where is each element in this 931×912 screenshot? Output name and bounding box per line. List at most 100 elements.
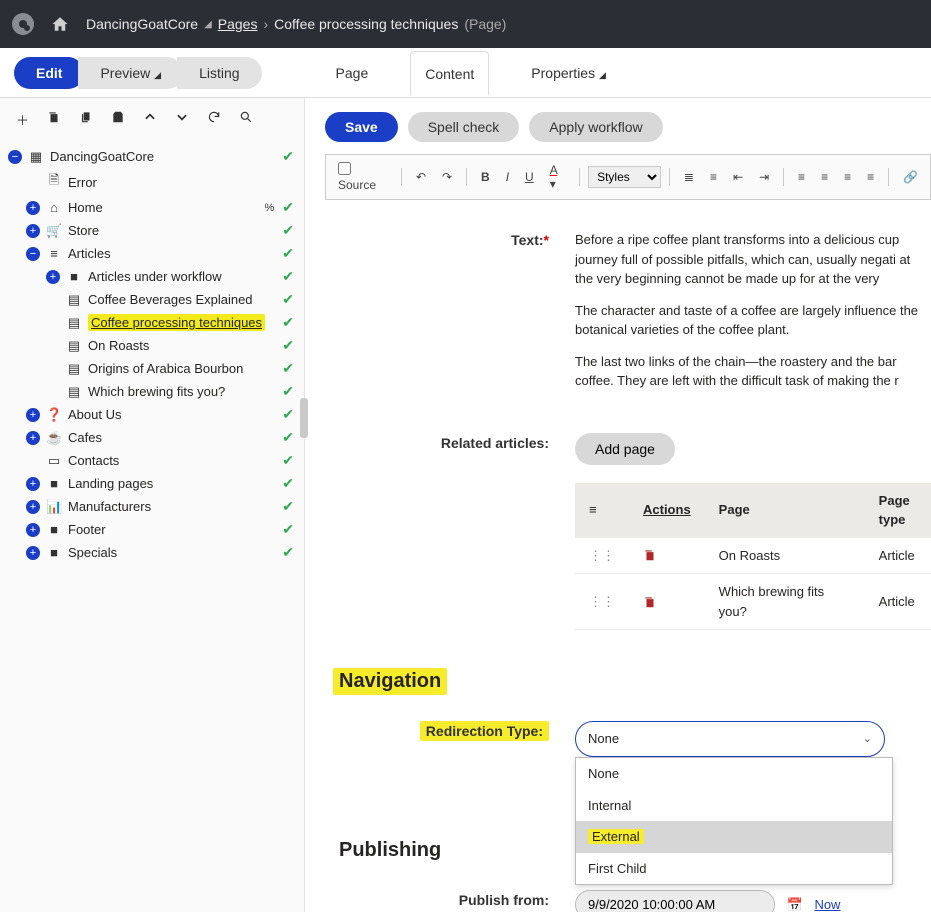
tree-item-selected[interactable]: ▤Coffee processing techniques✔ — [4, 311, 298, 334]
source-button[interactable]: Source — [332, 159, 393, 195]
delete-icon[interactable] — [47, 110, 61, 129]
actions-col[interactable]: Actions — [629, 483, 705, 538]
tree-item[interactable]: +☕Cafes✔ — [4, 426, 298, 449]
tab-listing[interactable]: Listing — [177, 57, 261, 89]
tab-properties[interactable]: Properties ◢ — [517, 51, 620, 95]
tree-item[interactable]: ▤On Roasts✔ — [4, 334, 298, 357]
tree-item[interactable]: +■Articles under workflow✔ — [4, 265, 298, 288]
link-icon[interactable]: 🔗 — [897, 167, 924, 187]
tree-item[interactable]: ▤Coffee Beverages Explained✔ — [4, 288, 298, 311]
tree-item[interactable]: +■Footer✔ — [4, 518, 298, 541]
add-page-button[interactable]: Add page — [575, 433, 675, 465]
tree-item[interactable]: +⌂Home%✔ — [4, 196, 298, 219]
align-center-icon[interactable]: ≡ — [815, 167, 834, 187]
breadcrumb-pages[interactable]: Pages — [218, 16, 258, 32]
tab-content[interactable]: Content — [410, 51, 489, 96]
expand-icon[interactable]: + — [26, 546, 40, 560]
redirection-label: Redirection Type: — [325, 721, 575, 757]
tree-item[interactable]: ▤Origins of Arabica Bourbon✔ — [4, 357, 298, 380]
expand-icon[interactable]: + — [26, 477, 40, 491]
dropdown-option[interactable]: First Child — [576, 853, 892, 885]
align-left-icon[interactable]: ≡ — [792, 167, 811, 187]
search-icon[interactable] — [239, 110, 253, 129]
tree-item[interactable]: ▤Which brewing fits you?✔ — [4, 380, 298, 403]
save-button[interactable]: Save — [325, 112, 398, 142]
home-icon[interactable] — [50, 15, 70, 33]
collapse-icon[interactable]: − — [26, 247, 40, 261]
drag-icon[interactable]: ⋮⋮ — [589, 594, 615, 609]
delete-icon[interactable] — [643, 548, 691, 562]
page-col: Page — [705, 483, 865, 538]
expand-icon[interactable]: + — [26, 431, 40, 445]
calendar-icon[interactable]: 📅 — [787, 897, 803, 912]
indent-icon[interactable]: ⇥ — [753, 167, 775, 187]
tab-edit[interactable]: Edit — [14, 57, 84, 89]
table-row: ⋮⋮ Which brewing fits you? Article — [575, 574, 931, 630]
expand-icon[interactable]: + — [46, 270, 60, 284]
tree-item[interactable]: 🗎Error — [4, 168, 298, 196]
site-icon: ▦ — [28, 149, 44, 165]
action-bar: Save Spell check Apply workflow — [325, 112, 931, 142]
numlist-icon[interactable]: ≣ — [678, 167, 700, 187]
tree-item[interactable]: +■Landing pages✔ — [4, 472, 298, 495]
delete-icon[interactable] — [643, 595, 691, 609]
table-row: ⋮⋮ On Roasts Article — [575, 538, 931, 574]
undo-icon[interactable]: ↶ — [410, 167, 432, 187]
expand-icon[interactable]: + — [26, 523, 40, 537]
expand-icon[interactable]: + — [26, 201, 40, 215]
folder-icon: ■ — [46, 545, 62, 560]
tab-preview[interactable]: Preview ◢ — [78, 57, 183, 89]
app-logo[interactable] — [12, 13, 34, 35]
redo-icon[interactable]: ↷ — [436, 167, 458, 187]
percent-icon: % — [264, 202, 274, 214]
add-icon[interactable]: ＋ — [16, 110, 29, 129]
site-name[interactable]: DancingGoatCore — [86, 16, 198, 32]
tab-page[interactable]: Page — [322, 51, 383, 95]
down-icon[interactable] — [175, 110, 189, 129]
chevron-down-icon: ⌄ — [863, 731, 872, 748]
paste-icon[interactable] — [111, 110, 125, 129]
now-link[interactable]: Now — [814, 897, 840, 912]
status-icon: ✔ — [282, 429, 294, 446]
publish-from-label: Publish from: — [325, 890, 575, 912]
dropdown-option-hover[interactable]: External — [576, 821, 892, 853]
workflow-button[interactable]: Apply workflow — [529, 112, 662, 142]
align-justify-icon[interactable]: ≡ — [861, 167, 880, 187]
outdent-icon[interactable]: ⇤ — [727, 167, 749, 187]
expand-icon[interactable]: + — [26, 500, 40, 514]
collapse-icon[interactable]: − — [8, 150, 22, 164]
refresh-icon[interactable] — [207, 110, 221, 129]
article-icon: ▤ — [66, 315, 82, 331]
article-icon: ▤ — [66, 384, 82, 400]
textcolor-icon[interactable]: A ▾ — [544, 160, 571, 194]
spellcheck-button[interactable]: Spell check — [408, 112, 520, 142]
underline-icon[interactable]: U — [519, 167, 540, 187]
tree-item[interactable]: ▭Contacts✔ — [4, 449, 298, 472]
bold-icon[interactable]: B — [475, 167, 496, 187]
tree-root[interactable]: −▦DancingGoatCore✔ — [4, 145, 298, 168]
styles-select[interactable]: Styles — [588, 166, 661, 188]
redirection-select[interactable]: None⌄ — [575, 721, 885, 757]
expand-icon[interactable]: + — [26, 408, 40, 422]
status-icon: ✔ — [282, 452, 294, 469]
bullist-icon[interactable]: ≡ — [704, 167, 723, 187]
dropdown-option[interactable]: Internal — [576, 790, 892, 822]
article-icon: ▤ — [66, 361, 82, 377]
tree-item[interactable]: +❓About Us✔ — [4, 403, 298, 426]
tree-item[interactable]: −≡Articles✔ — [4, 242, 298, 265]
content-tree: −▦DancingGoatCore✔ 🗎Error +⌂Home%✔ +🛒Sto… — [0, 141, 304, 568]
publish-from-input[interactable] — [575, 890, 775, 912]
up-icon[interactable] — [143, 110, 157, 129]
copy-icon[interactable] — [79, 110, 93, 129]
drag-icon[interactable]: ⋮⋮ — [589, 548, 615, 563]
tree-item[interactable]: +■Specials✔ — [4, 541, 298, 564]
related-label: Related articles: — [325, 433, 575, 631]
italic-icon[interactable]: I — [500, 167, 515, 187]
tree-item[interactable]: +📊Manufacturers✔ — [4, 495, 298, 518]
expand-icon[interactable]: + — [26, 224, 40, 238]
source-checkbox[interactable] — [338, 162, 351, 175]
breadcrumb-sep: › — [263, 16, 268, 32]
tree-item[interactable]: +🛒Store✔ — [4, 219, 298, 242]
align-right-icon[interactable]: ≡ — [838, 167, 857, 187]
dropdown-option[interactable]: None — [576, 758, 892, 790]
